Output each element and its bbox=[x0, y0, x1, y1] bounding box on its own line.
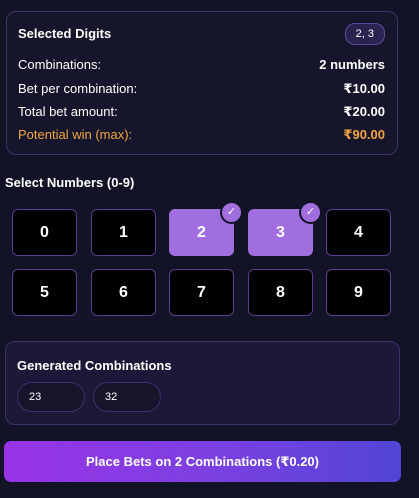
potential-win-value: ₹90.00 bbox=[343, 127, 385, 142]
digit-button-1[interactable]: 1 bbox=[91, 209, 156, 256]
combinations-label: Combinations: bbox=[18, 57, 102, 72]
potential-win-row: Potential win (max): ₹90.00 bbox=[18, 125, 385, 145]
digit-button-5[interactable]: 5 bbox=[12, 269, 77, 316]
total-bet-row: Total bet amount: ₹20.00 bbox=[18, 102, 385, 122]
digit-button-4[interactable]: 4 bbox=[326, 209, 391, 256]
combinations-row: Combinations: 2 numbers bbox=[18, 55, 385, 75]
selected-digits-badge: 2, 3 bbox=[344, 23, 385, 45]
combination-chip: 23 bbox=[17, 382, 85, 412]
digit-button-9[interactable]: 9 bbox=[326, 269, 391, 316]
digit-button-6[interactable]: 6 bbox=[91, 269, 156, 316]
digit-label: 4 bbox=[354, 223, 363, 241]
total-bet-label: Total bet amount: bbox=[18, 104, 118, 119]
combinations-value: 2 numbers bbox=[319, 57, 385, 72]
digit-label: 8 bbox=[276, 283, 285, 301]
digit-button-0[interactable]: 0 bbox=[12, 209, 77, 256]
potential-win-label: Potential win (max): bbox=[18, 127, 133, 142]
summary-title: Selected Digits bbox=[18, 26, 112, 41]
digit-label: 2 bbox=[197, 223, 206, 241]
digit-button-2[interactable]: 2 ✓ bbox=[169, 201, 243, 256]
check-icon: ✓ bbox=[299, 201, 322, 224]
digit-button-8[interactable]: 8 bbox=[248, 269, 313, 316]
digit-label: 1 bbox=[119, 223, 128, 241]
generated-combinations-title: Generated Combinations bbox=[17, 358, 172, 373]
digit-label: 7 bbox=[197, 283, 206, 301]
total-bet-value: ₹20.00 bbox=[343, 104, 385, 119]
bet-per-combination-value: ₹10.00 bbox=[343, 81, 385, 96]
combination-chip: 32 bbox=[93, 382, 161, 412]
place-bets-label: Place Bets on 2 Combinations (₹0.20) bbox=[86, 453, 319, 469]
check-icon: ✓ bbox=[220, 201, 243, 224]
digit-label: 3 bbox=[276, 223, 285, 241]
digit-label: 9 bbox=[354, 283, 363, 301]
digit-button-3[interactable]: 3 ✓ bbox=[248, 201, 322, 256]
select-numbers-title: Select Numbers (0-9) bbox=[5, 175, 135, 190]
bet-per-combination-row: Bet per combination: ₹10.00 bbox=[18, 79, 385, 99]
digit-label: 0 bbox=[40, 223, 49, 241]
generated-combinations-card: Generated Combinations 23 32 bbox=[5, 341, 400, 425]
digit-label: 6 bbox=[119, 283, 128, 301]
digit-button-7[interactable]: 7 bbox=[169, 269, 234, 316]
selection-summary-card: Selected Digits 2, 3 Combinations: 2 num… bbox=[6, 11, 398, 155]
place-bets-button[interactable]: Place Bets on 2 Combinations (₹0.20) bbox=[4, 441, 401, 482]
bet-per-combination-label: Bet per combination: bbox=[18, 81, 138, 96]
digit-label: 5 bbox=[40, 283, 49, 301]
